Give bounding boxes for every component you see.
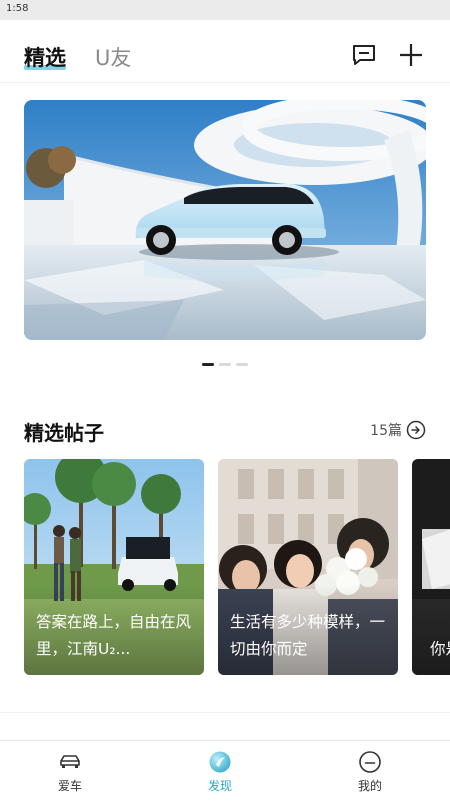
header: 精选 U友	[0, 20, 450, 82]
post-count: 15篇	[370, 423, 402, 439]
post-title: 你是由我	[430, 640, 450, 658]
message-square-icon[interactable]	[351, 42, 377, 68]
carousel-dot-active	[202, 363, 214, 366]
post-title: 答案在路上，自由在风里，江南U₂...	[36, 613, 192, 658]
content-divider	[0, 712, 450, 713]
nav-item-discover[interactable]: 发现	[180, 741, 260, 801]
car-icon	[60, 755, 80, 768]
section-title: 精选帖子	[24, 421, 104, 445]
tab-featured-label: 精选	[24, 46, 66, 70]
discover-icon	[209, 751, 231, 773]
bottom-nav: 爱车 发现 我的	[0, 740, 450, 801]
post-card[interactable]: 你是由我	[412, 459, 450, 675]
post-card[interactable]: 生活有多少种模样，一切由你而定	[218, 459, 398, 675]
nav-item-profile[interactable]: 我的	[330, 741, 410, 801]
status-bar: 1:58	[0, 0, 450, 20]
tab-ufriends-label: U友	[95, 46, 132, 70]
nav-label: 爱车	[57, 779, 82, 793]
profile-icon	[359, 751, 381, 773]
header-divider	[0, 82, 450, 83]
nav-item-car[interactable]: 爱车	[30, 741, 110, 801]
nav-label: 我的	[357, 779, 382, 793]
post-title: 生活有多少种模样，一切由你而定	[230, 613, 386, 658]
carousel-dot	[219, 363, 231, 366]
status-time: 1:58	[6, 3, 29, 14]
arrow-right-circle-icon	[406, 420, 426, 440]
plus-icon[interactable]	[398, 42, 424, 68]
post-card[interactable]: 答案在路上，自由在风里，江南U₂...	[24, 459, 204, 675]
banner-image	[24, 100, 426, 340]
tab-ufriends[interactable]: U友	[95, 42, 131, 72]
nav-label: 发现	[207, 779, 232, 793]
banner-carousel[interactable]	[24, 100, 426, 340]
tab-featured[interactable]: 精选	[24, 42, 66, 72]
carousel-indicator	[0, 363, 450, 367]
carousel-dot	[236, 363, 248, 366]
section-more-button[interactable]: 15篇	[370, 418, 426, 442]
